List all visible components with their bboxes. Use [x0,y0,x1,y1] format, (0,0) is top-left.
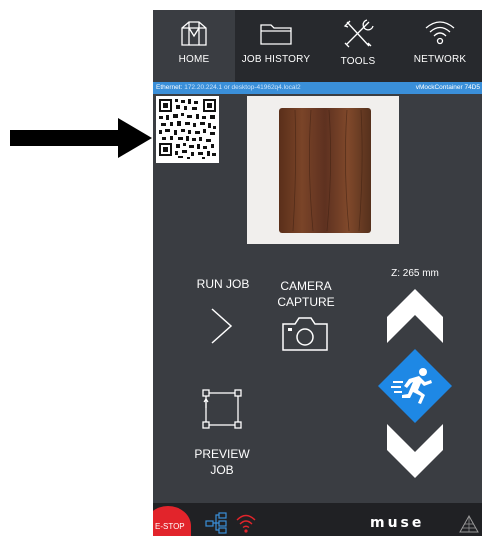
camera-preview-image [247,96,399,244]
z-up-button[interactable] [385,287,445,345]
run-job-label: RUN JOB [196,277,250,291]
z-position-readout: Z: 265 mm [391,268,439,279]
nav-tools[interactable]: TOOLS [317,10,399,82]
home-icon [181,21,207,46]
nav-job-history-label: JOB HISTORY [241,54,311,65]
z-down-button[interactable] [385,422,445,480]
preview-job-label: PREVIEW JOB [187,446,257,478]
preview-frame-icon[interactable] [201,388,243,430]
nav-tools-label: TOOLS [340,56,376,67]
qr-code[interactable] [156,96,219,163]
brand-logo: muse [370,515,425,531]
app-window: HOME JOB HISTORY TOOLS NETWORK Ethernet:… [153,10,482,536]
e-stop-label: E-STOP [155,522,185,531]
camera-icon[interactable] [280,315,330,353]
wifi-icon [425,21,455,45]
run-job-chevron-icon[interactable] [209,306,235,346]
folder-icon [260,24,292,45]
nav-job-history[interactable]: JOB HISTORY [235,10,317,82]
network-tree-icon[interactable] [205,512,229,534]
nav-network-label: NETWORK [413,54,467,65]
network-container: vMockContainer 74D5 [415,84,480,91]
camera-label-line1: CAMERA [280,279,332,293]
bottom-status-bar [153,503,482,536]
triangle-logo-icon [459,515,479,533]
network-address: Ethernet: 172.20.224.1 or desktop-41962q… [156,84,301,91]
pointer-arrow-icon [10,118,152,158]
network-status-bar: Ethernet: 172.20.224.1 or desktop-41962q… [153,82,482,94]
nav-home-label: HOME [178,54,210,65]
nav-network[interactable]: NETWORK [399,10,481,82]
jog-mode-button[interactable] [375,346,455,426]
nav-home[interactable]: HOME [153,10,235,82]
camera-label-line2: CAPTURE [277,295,335,309]
preview-label-line1: PREVIEW [194,447,250,461]
preview-label-line2: JOB [210,463,234,477]
camera-capture-label: CAMERA CAPTURE [271,278,341,310]
top-navigation: HOME JOB HISTORY TOOLS NETWORK [153,10,482,82]
tools-icon [343,19,374,48]
wifi-status-icon[interactable] [235,512,257,534]
